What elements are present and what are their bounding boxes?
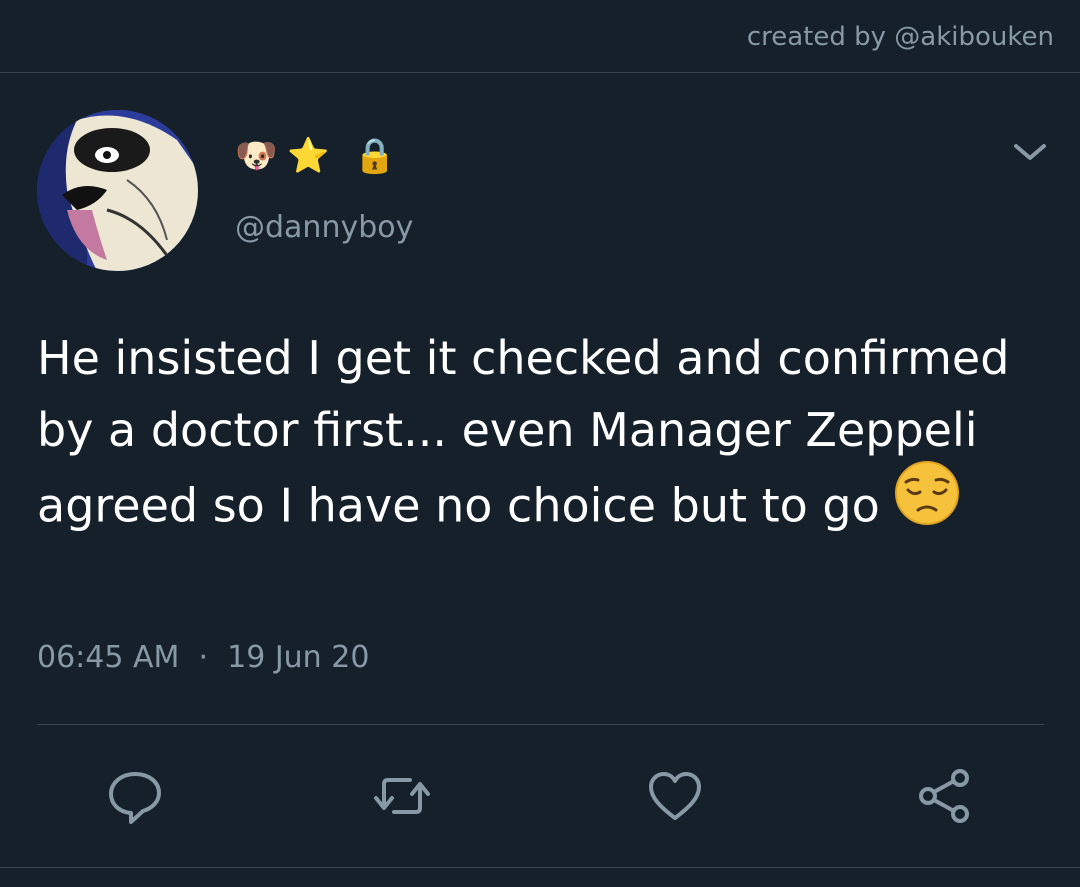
credit-text: created by @akibouken [746, 22, 1054, 52]
bottom-divider [0, 867, 1080, 868]
retweet-icon[interactable] [372, 766, 432, 826]
pensive-face-icon [894, 460, 960, 546]
lock-icon: 🔒 [353, 136, 397, 176]
chevron-down-icon[interactable] [1010, 138, 1050, 166]
tweet-text-container: He insisted I get it checked and confirm… [37, 322, 1047, 552]
tweet-meta: 06:45 AM · 19 Jun 20 [37, 640, 369, 675]
display-name[interactable]: 🐶 ⭐ 🔒 [235, 133, 396, 179]
tweet-text: He insisted I get it checked and confirm… [37, 331, 1010, 533]
like-icon[interactable] [645, 766, 705, 826]
dog-avatar-image [37, 110, 198, 271]
credit-bar: created by @akibouken [0, 0, 1080, 73]
dog-face-icon: 🐶 [235, 136, 278, 176]
reply-icon[interactable] [105, 766, 165, 826]
actions-divider [37, 724, 1044, 725]
star-icon: ⭐ [287, 136, 330, 176]
avatar[interactable] [37, 110, 198, 271]
user-handle[interactable]: @dannyboy [235, 210, 413, 245]
share-icon[interactable] [914, 766, 974, 826]
tweet-date[interactable]: 19 Jun 20 [227, 640, 369, 675]
tweet-time: 06:45 AM [37, 640, 180, 675]
meta-separator: · [198, 640, 209, 675]
